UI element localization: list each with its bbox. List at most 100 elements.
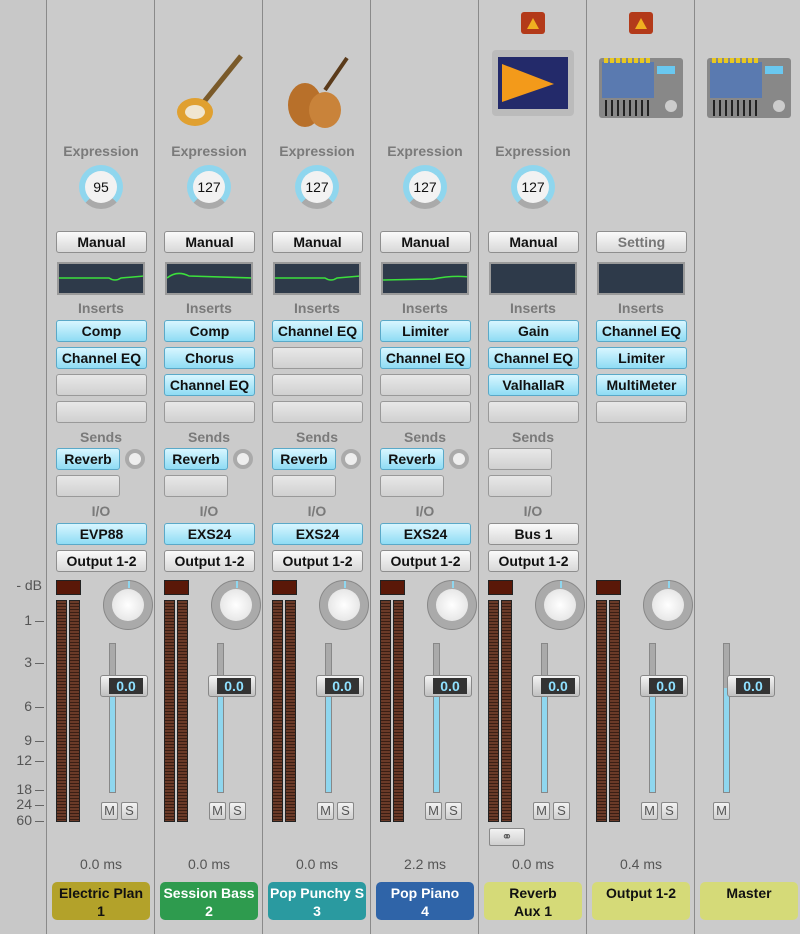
insert-slot[interactable] (380, 374, 471, 396)
send-slot[interactable]: Reverb (164, 448, 228, 470)
peak-indicator[interactable] (164, 580, 189, 595)
setting-button[interactable]: Manual (164, 231, 255, 253)
mute-button[interactable]: M (209, 802, 226, 820)
setting-button[interactable]: Setting (596, 231, 687, 253)
mute-button[interactable]: M (425, 802, 442, 820)
eq-display[interactable] (165, 262, 254, 295)
pan-knob[interactable] (211, 580, 261, 630)
pan-knob[interactable] (319, 580, 369, 630)
peak-indicator[interactable] (380, 580, 405, 595)
setting-button[interactable]: Manual (272, 231, 363, 253)
insert-slot[interactable] (56, 401, 147, 423)
output-slot[interactable]: Output 1-2 (380, 550, 471, 572)
volume-fader-handle[interactable]: 0.0 (727, 675, 775, 697)
insert-slot[interactable]: Limiter (380, 320, 471, 342)
insert-slot[interactable]: Channel EQ (164, 374, 255, 396)
output-slot[interactable]: Output 1-2 (272, 550, 363, 572)
volume-fader-track[interactable] (649, 643, 656, 793)
volume-fader-handle[interactable]: 0.0 (640, 675, 688, 697)
send-level-knob[interactable] (125, 449, 145, 469)
insert-slot[interactable] (164, 401, 255, 423)
output-slot[interactable]: Output 1-2 (56, 550, 147, 572)
pan-knob[interactable] (427, 580, 477, 630)
peak-indicator[interactable] (488, 580, 513, 595)
volume-fader-track[interactable] (325, 643, 332, 793)
track-name[interactable]: Electric Plan 1 (52, 882, 150, 920)
input-slot[interactable]: EXS24 (272, 523, 363, 545)
mute-button[interactable]: M (101, 802, 118, 820)
solo-button[interactable]: S (229, 802, 246, 820)
solo-button[interactable]: S (445, 802, 462, 820)
track-name[interactable]: Output 1-2 (592, 882, 690, 920)
peak-indicator[interactable] (56, 580, 81, 595)
send-slot[interactable] (380, 475, 444, 497)
setting-button[interactable]: Manual (488, 231, 579, 253)
insert-slot[interactable]: Comp (164, 320, 255, 342)
insert-slot[interactable] (272, 374, 363, 396)
peak-indicator[interactable] (596, 580, 621, 595)
bass-guitar-icon[interactable] (167, 50, 251, 135)
mute-button[interactable]: M (317, 802, 334, 820)
volume-fader-handle[interactable]: 0.0 (424, 675, 472, 697)
insert-slot[interactable]: Channel EQ (380, 347, 471, 369)
track-name[interactable]: Master (700, 882, 798, 920)
send-slot[interactable]: Reverb (56, 448, 120, 470)
input-slot[interactable]: EXS24 (164, 523, 255, 545)
insert-slot[interactable] (56, 374, 147, 396)
send-slot[interactable] (488, 475, 552, 497)
volume-fader-handle[interactable]: 0.0 (532, 675, 580, 697)
insert-slot[interactable]: Gain (488, 320, 579, 342)
eq-display[interactable] (57, 262, 146, 295)
folder-icon[interactable] (521, 12, 545, 34)
pan-knob[interactable] (535, 580, 585, 630)
send-level-knob[interactable] (233, 449, 253, 469)
send-slot[interactable] (164, 475, 228, 497)
send-slot[interactable]: Reverb (272, 448, 336, 470)
track-name[interactable]: Pop Piano 4 (376, 882, 474, 920)
send-slot[interactable]: Reverb (380, 448, 444, 470)
link-icon[interactable]: ⚭ (489, 828, 525, 846)
volume-fader-track[interactable] (541, 643, 548, 793)
solo-button[interactable]: S (553, 802, 570, 820)
send-slot[interactable] (56, 475, 120, 497)
insert-slot[interactable]: ValhallaR (488, 374, 579, 396)
insert-slot[interactable] (488, 401, 579, 423)
track-name[interactable]: Session Bass 2 (160, 882, 258, 920)
insert-slot[interactable] (272, 401, 363, 423)
track-name[interactable]: Reverb Aux 1 (484, 882, 582, 920)
eq-display[interactable] (597, 262, 685, 295)
solo-button[interactable]: S (661, 802, 678, 820)
eq-display[interactable] (273, 262, 362, 295)
insert-slot[interactable]: Limiter (596, 347, 687, 369)
mixer-console-icon[interactable] (599, 56, 683, 125)
setting-button[interactable]: Manual (56, 231, 147, 253)
solo-button[interactable]: S (337, 802, 354, 820)
input-slot[interactable]: EVP88 (56, 523, 147, 545)
track-name[interactable]: Pop Punchy S 3 (268, 882, 366, 920)
peak-indicator[interactable] (272, 580, 297, 595)
insert-slot[interactable]: MultiMeter (596, 374, 687, 396)
volume-fader-track[interactable] (723, 643, 730, 793)
setting-button[interactable]: Manual (380, 231, 471, 253)
strings-icon[interactable] (275, 50, 359, 135)
folder-icon[interactable] (629, 12, 653, 34)
insert-slot[interactable]: Channel EQ (488, 347, 579, 369)
insert-slot[interactable] (596, 401, 687, 423)
mute-button[interactable]: M (533, 802, 550, 820)
insert-slot[interactable]: Channel EQ (56, 347, 147, 369)
send-slot[interactable] (488, 448, 552, 470)
send-level-knob[interactable] (341, 449, 361, 469)
eq-display[interactable] (381, 262, 470, 295)
input-slot[interactable]: Bus 1 (488, 523, 579, 545)
input-slot[interactable]: EXS24 (380, 523, 471, 545)
output-slot[interactable]: Output 1-2 (488, 550, 579, 572)
insert-slot[interactable]: Chorus (164, 347, 255, 369)
reverb-display-icon[interactable] (491, 50, 575, 121)
output-slot[interactable]: Output 1-2 (164, 550, 255, 572)
mute-button[interactable]: M (713, 802, 730, 820)
eq-display[interactable] (489, 262, 577, 295)
send-slot[interactable] (272, 475, 336, 497)
insert-slot[interactable]: Channel EQ (272, 320, 363, 342)
send-level-knob[interactable] (449, 449, 469, 469)
solo-button[interactable]: S (121, 802, 138, 820)
